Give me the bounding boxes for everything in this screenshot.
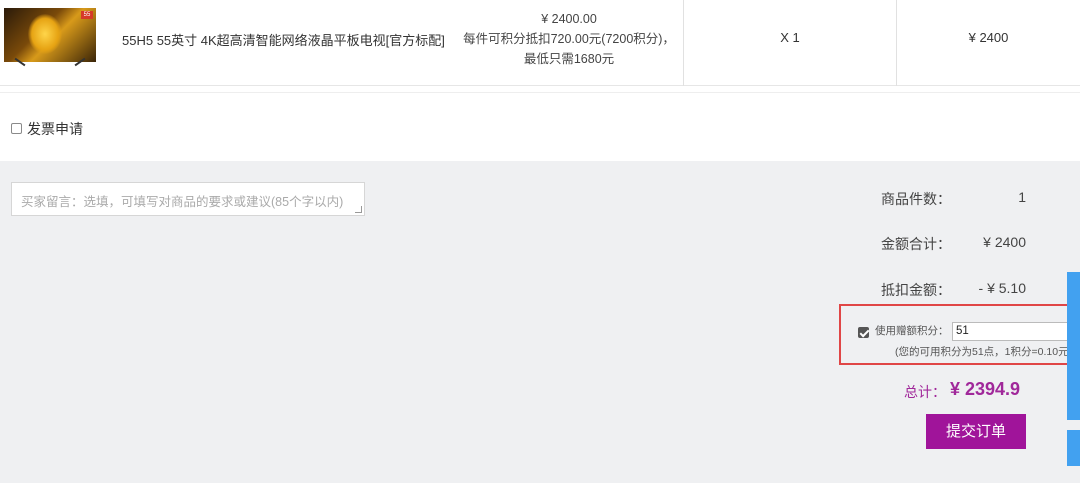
item-count-label: 商品件数：: [881, 191, 951, 207]
points-input[interactable]: 51: [952, 322, 1080, 341]
buyer-message-input[interactable]: 买家留言：选填，可填写对商品的要求或建议(85个字以内): [11, 182, 365, 216]
tv-stand: [4, 57, 96, 69]
flower-image: [28, 14, 62, 54]
points-redeem-box: 使用赠额积分： 51 (您的可用积分为51点，1积分=0.10元: [839, 304, 1080, 365]
resize-handle-icon[interactable]: [355, 206, 362, 213]
discount-value: - ¥ 5.10: [978, 280, 1026, 296]
amount-total-label: 金额合计：: [881, 236, 951, 252]
use-points-checkbox[interactable]: [858, 327, 869, 338]
item-count-value: 1: [1018, 189, 1026, 205]
grand-total-value: ¥ 2394.9: [950, 379, 1021, 399]
points-hint: (您的可用积分为51点，1积分=0.10元: [895, 346, 1069, 358]
product-name[interactable]: 55H5 55英寸 4K超高清智能网络液晶平板电视[官方标配]: [122, 30, 445, 49]
product-price-info: ¥ 2400.00 每件可积分抵扣720.00元(7200积分)， 最低只需16…: [456, 9, 682, 69]
order-summary: 买家留言：选填，可填写对商品的要求或建议(85个字以内) 商品件数： 1 金额合…: [0, 161, 1080, 483]
cart-item-row: 55 55H5 55英寸 4K超高清智能网络液晶平板电视[官方标配] ¥ 240…: [0, 0, 1080, 86]
thumb-badge: 55: [81, 11, 93, 19]
invoice-checkbox[interactable]: [11, 123, 22, 134]
product-subtotal: ¥ 2400: [968, 30, 1009, 45]
product-thumbnail[interactable]: 55: [4, 8, 96, 62]
points-note-line2: 最低只需1680元: [523, 52, 615, 66]
buyer-message-placeholder: 买家留言：选填，可填写对商品的要求或建议(85个字以内): [21, 195, 344, 209]
points-note-line1: 每件可积分抵扣720.00元(7200积分)，: [463, 32, 675, 46]
product-quantity: X 1: [780, 30, 800, 45]
submit-order-button[interactable]: 提交订单: [926, 414, 1026, 449]
invoice-section: 发票申请: [0, 92, 1080, 160]
side-float-tab[interactable]: [1067, 272, 1080, 420]
product-price: ¥ 2400.00: [541, 12, 597, 26]
use-points-label: 使用赠额积分：: [875, 325, 949, 337]
invoice-label[interactable]: 发票申请: [27, 119, 83, 139]
discount-label: 抵扣金额：: [881, 282, 951, 298]
side-float-tab[interactable]: [1067, 430, 1080, 466]
grand-total-label: 总计：: [904, 384, 946, 400]
amount-total-value: ¥ 2400: [983, 234, 1026, 250]
